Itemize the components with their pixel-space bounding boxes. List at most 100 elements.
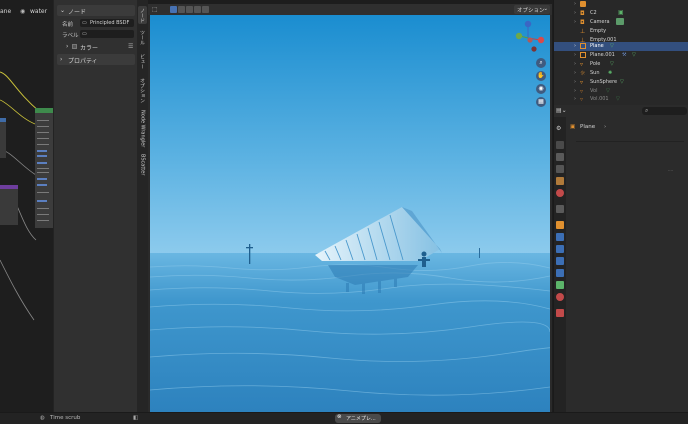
- tab-options[interactable]: オプション: [138, 76, 147, 104]
- editor-type-icon[interactable]: ⬚: [152, 6, 158, 13]
- job-progress[interactable]: ⊗ アニメプレ...: [335, 414, 381, 423]
- properties-search-input[interactable]: ⌕: [642, 107, 687, 115]
- tab-node-wrangler[interactable]: Node Wrangler: [138, 108, 147, 150]
- axis-y-icon: [515, 32, 523, 40]
- texture-tab-icon[interactable]: [556, 309, 564, 317]
- object-icon: ▣: [570, 124, 576, 130]
- constraints-tab-icon[interactable]: [556, 269, 564, 277]
- zoom-icon[interactable]: ⌕: [536, 58, 546, 68]
- outliner-row[interactable]: › ☼ Sun ✺: [554, 69, 688, 78]
- outliner-row[interactable]: › ▿ SunSphere ▽: [554, 78, 688, 87]
- mesh-data-icon[interactable]: ▽: [620, 79, 628, 87]
- collection-tab-icon[interactable]: [556, 205, 564, 213]
- node-box: [0, 185, 18, 225]
- camera-view-icon[interactable]: ◉: [536, 84, 546, 94]
- mesh-icon: ▿: [580, 79, 584, 86]
- node-header-strip: [0, 118, 6, 122]
- node-link: [0, 259, 35, 321]
- viewport-3d[interactable]: ⬚ オプション ⌄ ⌕ ✋ ◉ ▦: [148, 4, 552, 412]
- select-box-mode-icon[interactable]: [170, 6, 177, 13]
- tab-bscatter[interactable]: BScatter: [138, 152, 147, 178]
- modifier-tab-icon[interactable]: [556, 233, 564, 241]
- object-data-tab-icon[interactable]: [556, 281, 564, 289]
- axis-negx-icon: [531, 46, 537, 52]
- editor-type-icon[interactable]: ▤⌄: [556, 107, 568, 115]
- mesh-icon: ▿: [580, 61, 584, 68]
- tab-view[interactable]: ビュー: [138, 52, 147, 70]
- pan-hand-icon[interactable]: ✋: [536, 71, 546, 81]
- properties-panel-title: プロパティ: [68, 58, 98, 65]
- render-view[interactable]: [150, 15, 550, 412]
- cancel-job-icon[interactable]: ⊗: [337, 414, 342, 420]
- chevron-right-icon: ›: [60, 56, 63, 63]
- node-editor[interactable]: ane ◉ water: [0, 0, 53, 412]
- select-invert-mode-icon[interactable]: [194, 6, 201, 13]
- outliner-row[interactable]: › Plane.001 ⚒ ▽: [554, 51, 688, 60]
- mesh-data-icon[interactable]: ▽: [632, 52, 640, 60]
- tool-tab-icon[interactable]: ⚙: [556, 125, 564, 133]
- node-icon: ▭: [82, 31, 87, 37]
- node-panel-header[interactable]: ⌄ ノード: [57, 5, 135, 16]
- options-dropdown[interactable]: オプション ⌄: [514, 5, 550, 14]
- outliner-row[interactable]: › ▿ Pole ▽: [554, 60, 688, 69]
- empty-icon: ⊥: [580, 28, 586, 35]
- physics-tab-icon[interactable]: [556, 257, 564, 265]
- material-tab-icon[interactable]: [556, 293, 564, 301]
- camera-data-icon[interactable]: ▣: [618, 9, 626, 17]
- mesh-icon: ▿: [580, 88, 584, 95]
- modifier-wrench-icon[interactable]: ⚒: [622, 52, 630, 60]
- color-subpanel[interactable]: › カラー ☰: [66, 43, 134, 52]
- outliner-row[interactable]: ›: [554, 0, 688, 9]
- render-tab-icon[interactable]: [556, 141, 564, 149]
- particles-tab-icon[interactable]: [556, 245, 564, 253]
- name-field-value: Principled BSDF: [90, 20, 130, 26]
- tab-node[interactable]: ノード: [138, 6, 147, 24]
- color-label: カラー: [80, 45, 99, 52]
- properties-breadcrumb: ▣ Plane ›: [570, 124, 630, 132]
- list-menu-icon[interactable]: ☰: [128, 43, 133, 50]
- light-data-icon[interactable]: ✺: [608, 70, 616, 78]
- label-field[interactable]: ▭: [80, 30, 134, 38]
- world-tab-icon[interactable]: [556, 189, 564, 197]
- name-field-label: 名前: [62, 22, 74, 28]
- scene-tab-icon[interactable]: [556, 177, 564, 185]
- node-graph[interactable]: [0, 0, 53, 412]
- render-image[interactable]: [150, 15, 550, 412]
- options-label: オプション: [517, 8, 545, 14]
- output-tab-icon[interactable]: [556, 153, 564, 161]
- object-icon: [580, 1, 586, 7]
- outliner-row[interactable]: › ◘ C2 ▣: [554, 9, 688, 18]
- node-link: [0, 71, 41, 113]
- job-label: アニメプレ...: [346, 416, 376, 422]
- checkbox[interactable]: [72, 44, 77, 49]
- distant-pole: [479, 248, 480, 258]
- select-extend-mode-icon[interactable]: [178, 6, 185, 13]
- properties-editor[interactable]: ▤⌄ ⌕ ⚙ ▣ Plane › ····: [553, 105, 688, 412]
- outliner-row[interactable]: › ◘ Camera: [554, 18, 688, 27]
- object-tab-icon[interactable]: [556, 221, 564, 229]
- outliner[interactable]: › › ◘ C2 ▣ › ◘ Camera ⊥ Empty ⊥ Empty.00…: [553, 0, 688, 105]
- mesh-data-icon[interactable]: ▽: [610, 43, 618, 51]
- navigation-gizmo[interactable]: [510, 18, 550, 58]
- node-properties-sidebar[interactable]: ⌄ ノード 名前 ▭ Principled BSDF ラベル ▭ › カラー ☰…: [53, 0, 137, 412]
- outliner-row[interactable]: ⊥ Empty: [554, 27, 688, 36]
- mesh-data-icon[interactable]: ▽: [616, 96, 624, 104]
- node-header-strip: [0, 185, 18, 189]
- name-field[interactable]: ▭ Principled BSDF: [80, 19, 134, 27]
- outliner-row-selected[interactable]: › Plane ▽: [554, 42, 688, 51]
- viewport-header: ⬚ オプション ⌄: [148, 4, 552, 15]
- outliner-row[interactable]: › ▿ Vol.001 ▽: [554, 95, 688, 104]
- properties-panel-header[interactable]: › プロパティ: [57, 54, 135, 65]
- resize-handle-icon[interactable]: ····: [668, 168, 673, 173]
- select-intersect-mode-icon[interactable]: [202, 6, 209, 13]
- select-subtract-mode-icon[interactable]: [186, 6, 193, 13]
- axis-negy-icon: [527, 37, 533, 43]
- grid-toggle-icon[interactable]: ▦: [536, 97, 546, 107]
- camera-data-icon[interactable]: [616, 18, 624, 25]
- tab-tool[interactable]: ツール: [138, 28, 147, 46]
- node-icon: ▭: [82, 20, 87, 26]
- mesh-data-icon[interactable]: ▽: [610, 61, 618, 69]
- view-layer-tab-icon[interactable]: [556, 165, 564, 173]
- camera-icon: ◘: [580, 19, 585, 26]
- chevron-right-icon: ›: [604, 124, 607, 130]
